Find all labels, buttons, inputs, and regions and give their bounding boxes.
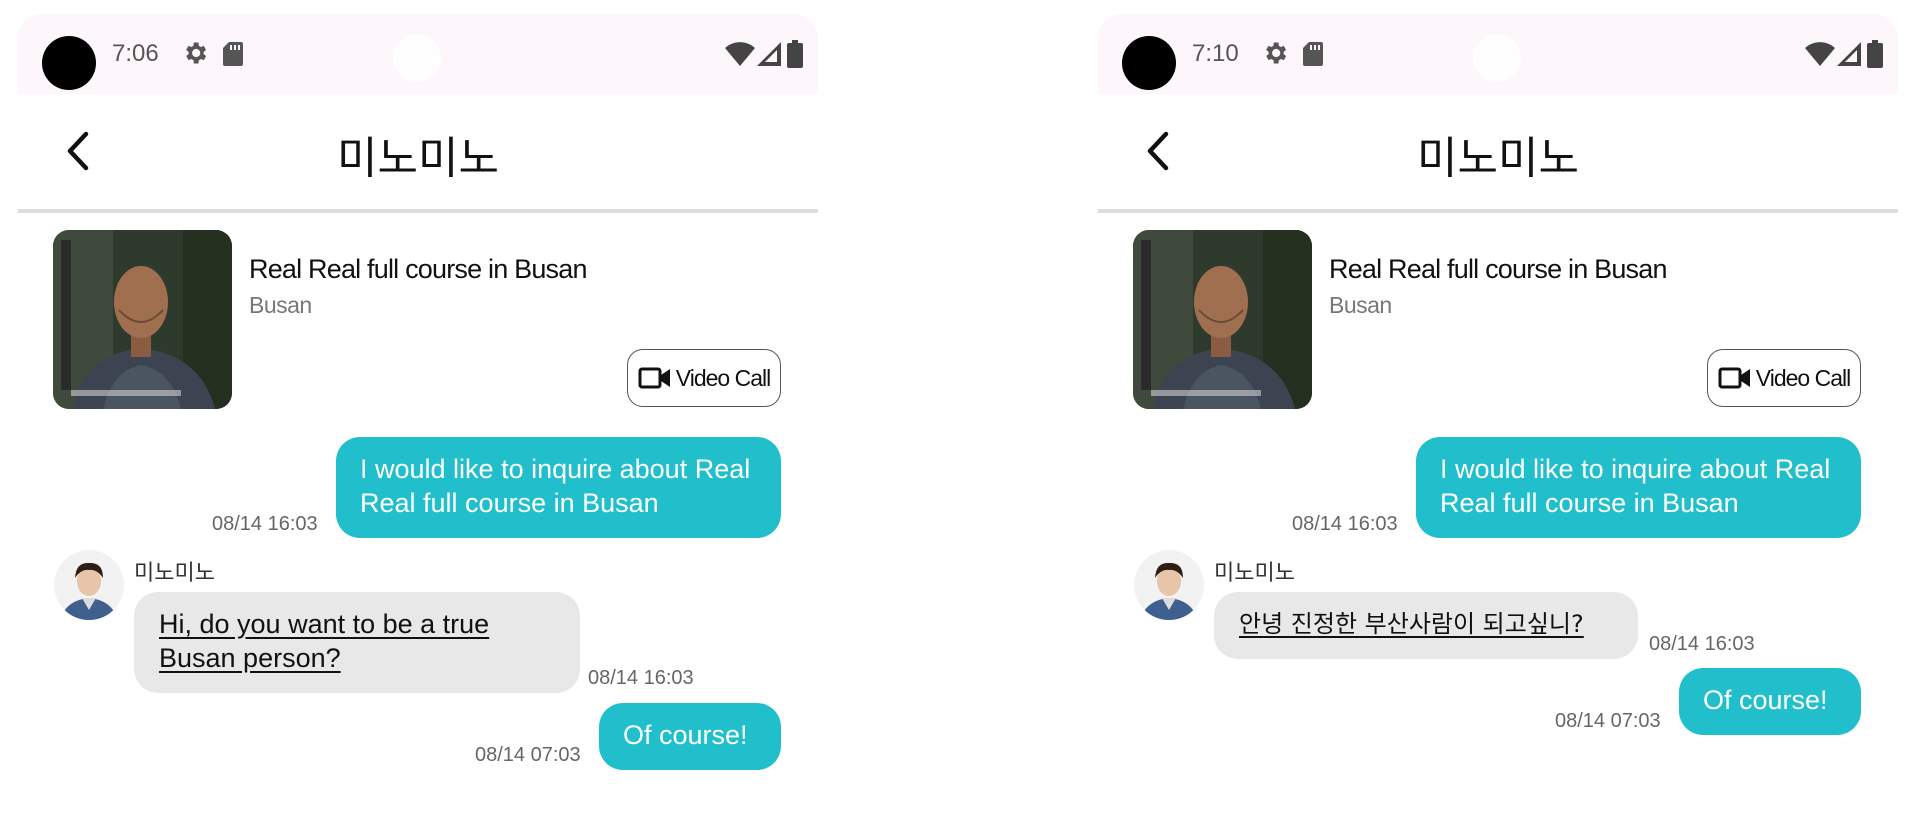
sd-card-icon bbox=[223, 42, 243, 66]
product-title[interactable]: Real Real full course in Busan bbox=[1329, 254, 1668, 285]
sender-name: 미노미노 bbox=[1214, 561, 1295, 586]
message-text[interactable]: 안녕 진정한 부산사람이 되고싶니? bbox=[1239, 607, 1613, 641]
avatar[interactable] bbox=[1134, 550, 1204, 620]
message-timestamp: 08/14 07:03 bbox=[475, 744, 581, 766]
front-camera-punch-hole bbox=[1473, 34, 1521, 82]
message-timestamp: 08/14 07:03 bbox=[1555, 710, 1661, 732]
status-bar: 7:06 bbox=[18, 14, 818, 94]
message-timestamp: 08/14 16:03 bbox=[588, 667, 694, 689]
page-title: 미노미노 bbox=[1417, 133, 1579, 184]
signal-icon bbox=[757, 42, 781, 66]
camera-cutout bbox=[42, 36, 96, 90]
incoming-message[interactable]: Hi, do you want to be a true Busan perso… bbox=[134, 592, 580, 693]
incoming-message[interactable]: 안녕 진정한 부산사람이 되고싶니? bbox=[1214, 592, 1638, 659]
gear-icon bbox=[186, 42, 207, 64]
message-timestamp: 08/14 16:03 bbox=[1292, 513, 1398, 535]
message-text: Of course! bbox=[1703, 685, 1828, 715]
battery-icon bbox=[787, 40, 803, 68]
status-time: 7:10 bbox=[1192, 40, 1239, 67]
chat-screen-right: 7:10 미노미노 Real Real full course in Busan… bbox=[1098, 0, 1898, 820]
wifi-icon bbox=[725, 42, 755, 66]
product-photo bbox=[53, 230, 232, 409]
status-time: 7:06 bbox=[112, 40, 159, 67]
video-camera-icon bbox=[1718, 367, 1750, 389]
video-camera-icon bbox=[638, 367, 670, 389]
video-call-button[interactable]: Video Call bbox=[1707, 349, 1861, 407]
product-location: Busan bbox=[1329, 292, 1392, 318]
chat-screen-left: 7:06 미노미노 Real Real full course in Busan… bbox=[18, 0, 818, 820]
wifi-icon bbox=[1805, 42, 1835, 66]
sd-card-icon bbox=[1303, 42, 1323, 66]
product-thumbnail[interactable] bbox=[1133, 230, 1312, 409]
video-call-label: Video Call bbox=[675, 364, 771, 391]
message-text: I would like to inquire about Real Real … bbox=[360, 454, 751, 518]
signal-icon bbox=[1837, 42, 1861, 66]
message-text: Of course! bbox=[623, 720, 748, 750]
battery-icon bbox=[1867, 40, 1883, 68]
product-title[interactable]: Real Real full course in Busan bbox=[249, 254, 588, 285]
outgoing-message[interactable]: I would like to inquire about Real Real … bbox=[336, 437, 781, 538]
outgoing-message[interactable]: I would like to inquire about Real Real … bbox=[1416, 437, 1861, 538]
header-divider bbox=[1098, 209, 1898, 213]
page-title: 미노미노 bbox=[337, 133, 499, 184]
message-text: I would like to inquire about Real Real … bbox=[1440, 454, 1831, 518]
product-location: Busan bbox=[249, 292, 312, 318]
sender-avatar-photo bbox=[54, 550, 124, 620]
avatar[interactable] bbox=[54, 550, 124, 620]
sender-avatar-photo bbox=[1134, 550, 1204, 620]
video-call-button[interactable]: Video Call bbox=[627, 349, 781, 407]
product-photo bbox=[1133, 230, 1312, 409]
camera-cutout bbox=[1122, 36, 1176, 90]
outgoing-message[interactable]: Of course! bbox=[599, 703, 781, 770]
status-bar: 7:10 bbox=[1098, 14, 1898, 94]
front-camera-punch-hole bbox=[393, 34, 441, 82]
message-timestamp: 08/14 16:03 bbox=[1649, 633, 1755, 655]
message-text[interactable]: Hi, do you want to be a true Busan perso… bbox=[159, 607, 555, 675]
product-thumbnail[interactable] bbox=[53, 230, 232, 409]
message-timestamp: 08/14 16:03 bbox=[212, 513, 318, 535]
header-divider bbox=[18, 209, 818, 213]
outgoing-message[interactable]: Of course! bbox=[1679, 668, 1861, 735]
sender-name: 미노미노 bbox=[134, 561, 215, 586]
gear-icon bbox=[1266, 42, 1287, 64]
video-call-label: Video Call bbox=[1755, 364, 1851, 391]
